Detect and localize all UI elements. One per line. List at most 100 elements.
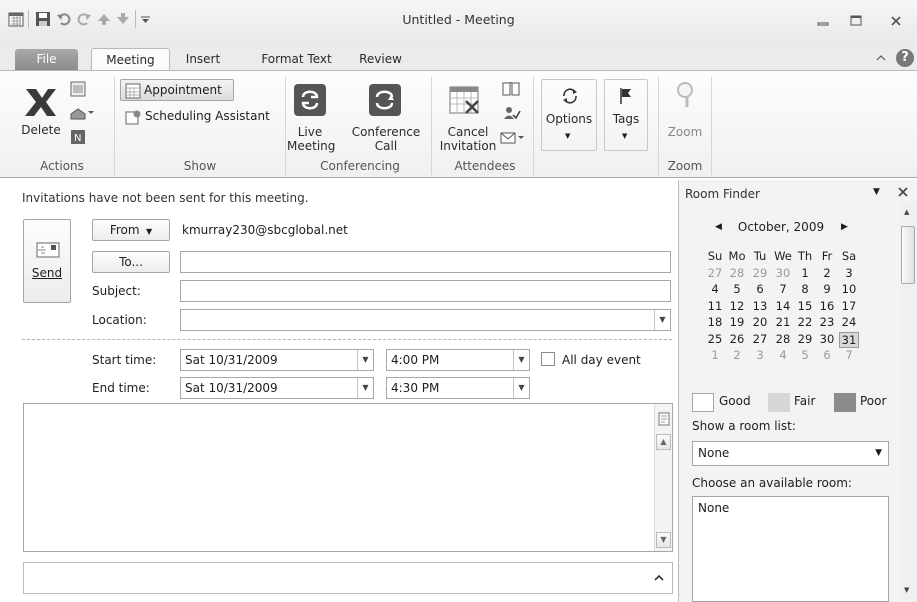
message-body[interactable]: ▲ ▼ <box>23 403 673 552</box>
help-icon[interactable]: ? <box>896 49 914 67</box>
calendar-day[interactable]: 8 <box>795 282 815 296</box>
end-date-field[interactable]: Sat 10/31/2009 ▼ <box>180 377 374 399</box>
forward-icon[interactable] <box>70 106 96 123</box>
tab-meeting[interactable]: Meeting <box>91 48 170 70</box>
calendar-day[interactable]: 24 <box>839 315 859 329</box>
calendar-day[interactable]: 13 <box>750 299 770 313</box>
tags-button[interactable]: Tags ▼ <box>604 79 648 151</box>
conference-call-label-1[interactable]: Conference <box>349 125 423 140</box>
calendar-day[interactable]: 26 <box>727 332 747 346</box>
zoom-button[interactable]: Zoom <box>664 125 706 140</box>
room-finder-close-icon[interactable] <box>897 184 909 201</box>
body-scrollbar[interactable]: ▲ ▼ <box>654 404 672 551</box>
tab-format-text[interactable]: Format Text <box>254 48 339 70</box>
end-date-dropdown-icon[interactable]: ▼ <box>357 378 373 398</box>
calendar-day[interactable]: 5 <box>795 348 815 362</box>
calendar-day[interactable]: 3 <box>750 348 770 362</box>
calendar-day[interactable]: 2 <box>817 266 837 280</box>
live-meeting-label-2[interactable]: Meeting <box>287 139 335 154</box>
calendar-day[interactable]: 23 <box>817 315 837 329</box>
check-names-icon[interactable] <box>503 105 521 124</box>
calendar-day[interactable]: 21 <box>773 315 793 329</box>
calendar-day[interactable]: 19 <box>727 315 747 329</box>
tab-file[interactable]: File <box>15 49 78 70</box>
scroll-up-icon[interactable]: ▲ <box>656 434 671 450</box>
delete-button[interactable]: Delete <box>20 123 62 138</box>
onenote-icon[interactable]: N <box>70 129 86 148</box>
calendar-day[interactable]: 27 <box>750 332 770 346</box>
calendar-day[interactable]: 9 <box>817 282 837 296</box>
conference-call-label-2[interactable]: Call <box>349 139 423 154</box>
to-button[interactable]: To... <box>92 251 170 273</box>
calendar-day[interactable]: 22 <box>795 315 815 329</box>
address-book-icon[interactable] <box>502 81 520 100</box>
calendar-day[interactable]: 7 <box>773 282 793 296</box>
calendar-day[interactable]: 4 <box>705 282 725 296</box>
prev-month-icon[interactable]: ◀ <box>715 222 722 232</box>
calendar-day[interactable]: 25 <box>705 332 725 346</box>
start-time-dropdown-icon[interactable]: ▼ <box>513 350 529 370</box>
calendar-day[interactable]: 16 <box>817 299 837 313</box>
calendar-day[interactable]: 29 <box>795 332 815 346</box>
response-options-icon[interactable] <box>500 129 526 148</box>
rf-scroll-thumb[interactable] <box>901 226 915 284</box>
start-time-field[interactable]: 4:00 PM ▼ <box>386 349 530 371</box>
room-finder-scrollbar[interactable]: ▲ ▼ <box>900 202 917 602</box>
calendar-day[interactable]: 30 <box>773 266 793 280</box>
calendar-day[interactable]: 4 <box>773 348 793 362</box>
calendar-day[interactable]: 10 <box>839 282 859 296</box>
tab-insert[interactable]: Insert <box>178 48 228 70</box>
subject-field[interactable] <box>180 280 671 302</box>
calendar-day[interactable]: 15 <box>795 299 815 313</box>
options-button[interactable]: Options ▼ <box>541 79 597 151</box>
minimize-ribbon-icon[interactable] <box>875 52 887 67</box>
expand-people-pane-icon[interactable] <box>654 572 664 586</box>
all-day-checkbox[interactable] <box>541 352 555 366</box>
start-date-field[interactable]: Sat 10/31/2009 ▼ <box>180 349 374 371</box>
ruler-toggle-icon[interactable] <box>657 412 671 426</box>
calendar-day[interactable]: 31 <box>839 331 859 348</box>
calendar-day[interactable]: 12 <box>727 299 747 313</box>
live-meeting-label-1[interactable]: Live <box>287 125 333 140</box>
delete-x-icon[interactable] <box>22 83 58 122</box>
end-time-field[interactable]: 4:30 PM ▼ <box>386 377 530 399</box>
maximize-icon[interactable] <box>848 14 864 28</box>
scroll-down-icon[interactable]: ▼ <box>656 532 671 548</box>
conference-call-icon[interactable] <box>368 83 402 120</box>
calendar-day[interactable]: 28 <box>773 332 793 346</box>
calendar-day[interactable]: 14 <box>773 299 793 313</box>
calendar-day[interactable]: 1 <box>705 348 725 362</box>
live-meeting-icon[interactable] <box>293 83 327 120</box>
send-button[interactable]: Send <box>23 219 71 303</box>
calendar-day[interactable]: 28 <box>727 266 747 280</box>
location-field[interactable]: ▼ <box>180 309 671 331</box>
calendar-day[interactable]: 6 <box>817 348 837 362</box>
calendar-day[interactable]: 7 <box>839 348 859 362</box>
calendar-day[interactable]: 3 <box>839 266 859 280</box>
next-month-icon[interactable]: ▶ <box>841 222 848 232</box>
cancel-invitation-label-2[interactable]: Invitation <box>438 139 498 154</box>
location-dropdown-icon[interactable]: ▼ <box>654 310 670 330</box>
zoom-icon[interactable] <box>674 81 696 112</box>
end-time-dropdown-icon[interactable]: ▼ <box>513 378 529 398</box>
cancel-invitation-icon[interactable] <box>448 83 482 120</box>
calendar-day[interactable]: 20 <box>750 315 770 329</box>
calendar-day[interactable]: 5 <box>727 282 747 296</box>
room-finder-menu-icon[interactable]: ▼ <box>873 187 880 197</box>
rf-scroll-down-icon[interactable]: ▼ <box>904 586 909 594</box>
calendar-day[interactable]: 2 <box>727 348 747 362</box>
calendar-day[interactable]: 29 <box>750 266 770 280</box>
calendar-day[interactable]: 18 <box>705 315 725 329</box>
calendar-day[interactable]: 27 <box>705 266 725 280</box>
room-list-select[interactable]: None ▼ <box>692 441 889 466</box>
calendar-day[interactable]: 30 <box>817 332 837 346</box>
calendar-day[interactable]: 11 <box>705 299 725 313</box>
close-icon[interactable] <box>888 14 904 28</box>
to-field[interactable] <box>180 251 671 273</box>
calendar-view-icon[interactable] <box>70 81 86 100</box>
scheduling-assistant-button[interactable]: Scheduling Assistant <box>121 107 281 127</box>
appointment-button[interactable]: Appointment <box>120 79 234 101</box>
rf-scroll-up-icon[interactable]: ▲ <box>904 208 909 216</box>
from-button[interactable]: From ▼ <box>92 219 170 241</box>
cancel-invitation-label-1[interactable]: Cancel <box>438 125 498 140</box>
